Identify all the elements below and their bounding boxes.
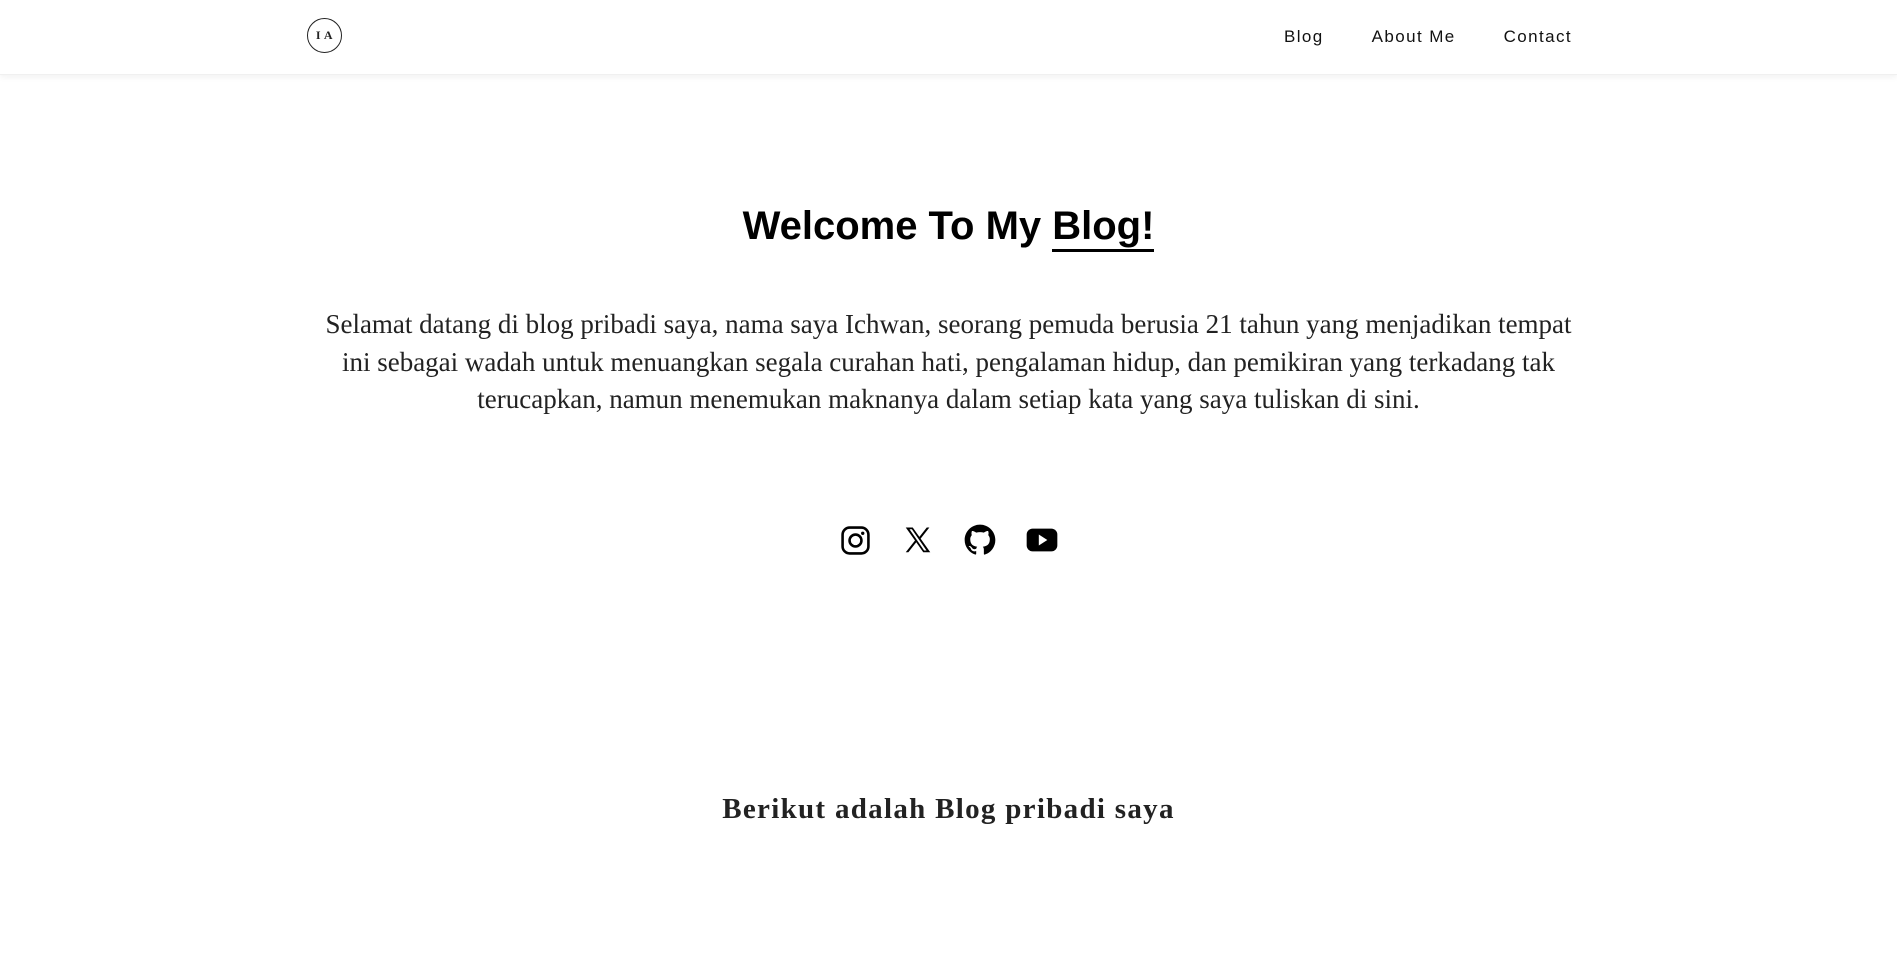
site-logo[interactable]: I A: [307, 18, 342, 53]
hero-title: Welcome To My Blog!: [0, 201, 1897, 252]
instagram-link[interactable]: [840, 524, 872, 556]
logo-text: I A: [315, 28, 334, 42]
nav-contact-link[interactable]: Contact: [1504, 27, 1572, 47]
youtube-link[interactable]: [1026, 524, 1058, 556]
nav-blog-link[interactable]: Blog: [1284, 27, 1324, 47]
x-twitter-link[interactable]: [902, 524, 934, 556]
instagram-icon: [841, 525, 870, 555]
x-twitter-icon: [905, 527, 930, 553]
hero-title-prefix: Welcome To My: [742, 204, 1053, 248]
social-links: [0, 524, 1897, 556]
github-link[interactable]: [964, 524, 996, 556]
main-nav: Blog About Me Contact: [1284, 0, 1572, 74]
blog-section-heading: Berikut adalah Blog pribadi saya: [722, 793, 1175, 825]
site-header: I A Blog About Me Contact: [0, 0, 1897, 75]
intro-paragraph: Selamat datang di blog pribadi saya, nam…: [325, 309, 1572, 414]
hero-title-highlight: Blog!: [1052, 204, 1155, 252]
nav-about-me-link[interactable]: About Me: [1372, 27, 1456, 47]
github-icon: [964, 524, 995, 555]
youtube-icon: [1026, 528, 1057, 552]
